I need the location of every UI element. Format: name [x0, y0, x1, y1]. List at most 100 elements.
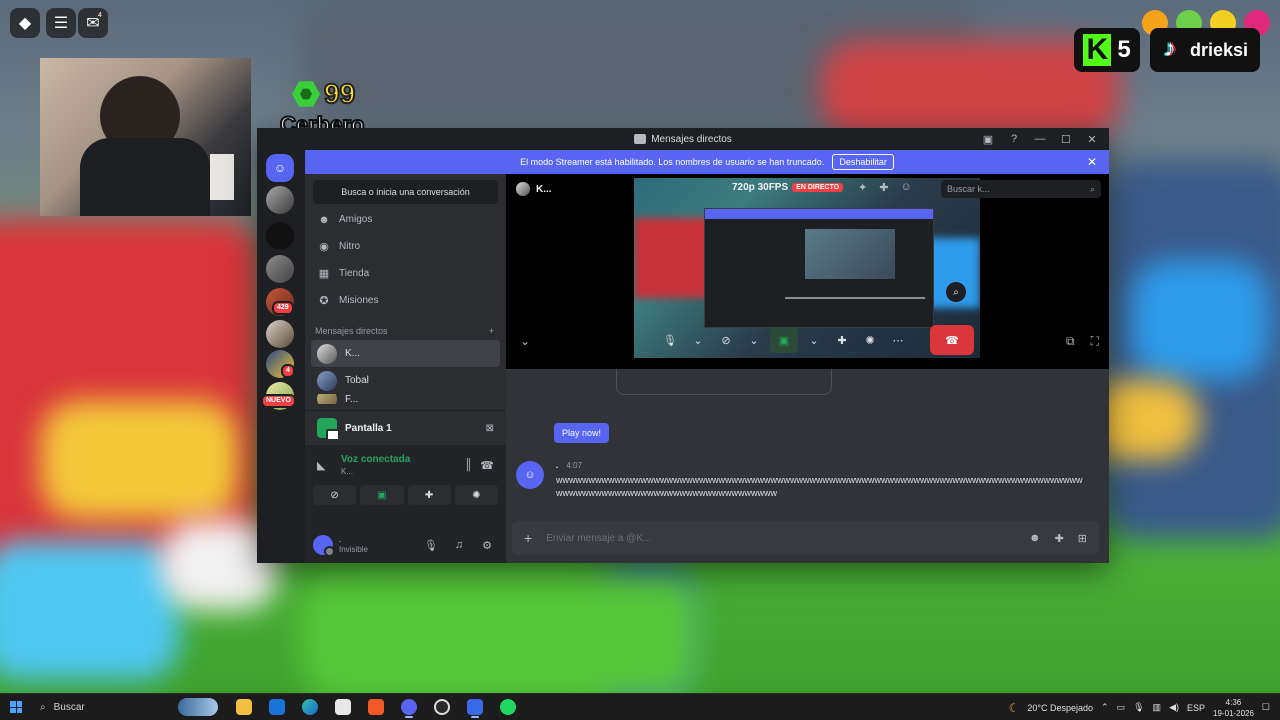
add-friend-icon[interactable]: ✚ — [879, 181, 888, 194]
inbox-icon — [634, 134, 647, 144]
call-header: K... — [516, 182, 552, 196]
server-icon[interactable] — [266, 320, 294, 348]
headphones-icon[interactable]: ♫ — [448, 539, 470, 551]
roblox-taskbar-icon[interactable] — [463, 696, 487, 718]
monitor-icon[interactable]: ▣ — [977, 130, 999, 148]
roblox-logo-icon[interactable]: ◆ — [10, 8, 40, 38]
discord-taskbar-icon[interactable] — [397, 696, 421, 718]
nav-item-nitro[interactable]: ◉ Nitro — [305, 233, 506, 260]
server-icon[interactable] — [266, 255, 294, 283]
clock[interactable]: 4:36 19-01-2026 — [1213, 697, 1254, 719]
screen-share-button[interactable]: ▣ — [360, 485, 404, 505]
nav-label: Amigos — [339, 214, 373, 225]
nav-item-quests[interactable]: ✪ Misiones — [305, 287, 506, 314]
pin-icon[interactable]: ✦ — [858, 181, 867, 194]
tiktok-badge: ♪ drieksi — [1150, 28, 1260, 72]
activities-icon[interactable]: ✚ — [830, 327, 854, 353]
activities-button[interactable]: ✚ — [407, 485, 451, 505]
network-icon[interactable]: ▥ — [1153, 702, 1162, 713]
menu-icon[interactable]: ☰ — [46, 8, 76, 38]
nav-item-shop[interactable]: ▦ Tienda — [305, 260, 506, 287]
avatar[interactable] — [313, 535, 335, 557]
language-indicator[interactable]: ESP — [1187, 703, 1205, 713]
main-panel: K... ⌕ 720p 30FPS EN DIRECTO ✦ ✚ ☺ Busca… — [506, 174, 1109, 563]
server-icon[interactable] — [266, 222, 294, 250]
settings-gear-icon[interactable]: ⚙ — [476, 539, 498, 552]
microphone-icon[interactable]: 🎙︎ — [1133, 702, 1144, 713]
notifications-icon[interactable]: ☐ — [1262, 702, 1270, 713]
volume-icon[interactable]: ◀) — [1169, 702, 1179, 713]
file-explorer-icon[interactable] — [232, 696, 256, 718]
stop-stream-icon[interactable]: ⊠ — [486, 423, 494, 434]
minimize-button[interactable]: — — [1029, 130, 1051, 148]
chat-icon[interactable]: ✉ — [78, 8, 108, 38]
disconnect-icon[interactable]: ☎ — [480, 459, 494, 472]
soundboard-button[interactable]: ✺ — [454, 485, 498, 505]
disable-streamer-button[interactable]: Deshabilitar — [832, 154, 894, 170]
fullscreen-icon[interactable]: ⛶ — [1091, 334, 1099, 349]
window-title: Mensajes directos — [651, 133, 732, 145]
camera-off-icon[interactable]: ⊘ — [714, 327, 738, 353]
kick-logo-icon: K — [1083, 34, 1112, 66]
more-icon[interactable]: ⋯ — [886, 327, 910, 353]
brave-icon[interactable] — [364, 696, 388, 718]
chevron-down-icon[interactable]: ⌄ — [802, 327, 826, 353]
start-button[interactable] — [0, 694, 32, 720]
camera-icon[interactable]: ▭ — [1117, 702, 1126, 713]
nav-label: Nitro — [339, 241, 361, 252]
outlook-icon[interactable] — [265, 696, 289, 718]
avatar — [516, 182, 530, 196]
search-icon: ⌕ — [1089, 183, 1095, 194]
store-icon[interactable] — [331, 696, 355, 718]
discord-logo-icon[interactable]: ☺ — [516, 461, 544, 489]
dm-sidebar: Busca o inicia una conversación ☻ Amigos… — [305, 174, 506, 563]
screen-share-icon[interactable]: ▣ — [770, 327, 798, 353]
zoom-icon[interactable]: ⌕ — [946, 282, 966, 302]
taskbar-search[interactable]: ⌕ Buscar — [32, 696, 222, 718]
gift-icon[interactable]: ⊞ — [1078, 532, 1087, 545]
chevron-down-icon[interactable]: ⌄ — [520, 334, 530, 348]
message-input[interactable]: Enviar mensaje a @K... — [546, 533, 1015, 544]
camera-off-button[interactable]: ⊘ — [313, 485, 357, 505]
chevron-down-icon[interactable]: ⌄ — [686, 327, 710, 353]
add-dm-icon[interactable]: + — [489, 326, 494, 336]
apps-icon[interactable]: ✚ — [1055, 532, 1064, 545]
dm-item[interactable]: Tobal — [311, 367, 500, 394]
edge-icon[interactable] — [298, 696, 322, 718]
soundboard-icon[interactable]: ✺ — [858, 327, 882, 353]
home-button[interactable]: ☺ — [266, 154, 294, 182]
close-icon[interactable]: ✕ — [1087, 155, 1097, 169]
message-author[interactable]: . — [556, 461, 558, 470]
taskbar: ⌕ Buscar ☾ 20°C Despejado ⌃ ▭ 🎙︎ ▥ ◀) ES… — [0, 693, 1280, 720]
dm-item[interactable]: K... — [311, 340, 500, 367]
emoji-icon[interactable]: ☻ — [1029, 532, 1041, 544]
voice-status[interactable]: Voz conectada — [341, 454, 457, 465]
play-now-button[interactable]: Play now! — [554, 423, 610, 443]
microphone-icon[interactable]: 🎙︎ — [420, 539, 442, 552]
dm-item[interactable]: F... — [311, 394, 500, 404]
noise-suppression-icon[interactable]: ║ — [465, 459, 473, 471]
conversation-search[interactable]: Busca o inicia una conversación — [313, 180, 498, 204]
nav-label: Misiones — [339, 295, 379, 306]
microphone-icon[interactable]: 🎙︎ — [658, 327, 682, 353]
help-icon[interactable]: ? — [1003, 130, 1025, 148]
header-search[interactable]: Buscar k... ⌕ — [941, 180, 1101, 198]
taskbar-search-label: Buscar — [53, 701, 85, 713]
server-icon[interactable] — [266, 186, 294, 214]
popout-icon[interactable]: ⧉ — [1066, 334, 1075, 349]
nav-item-friends[interactable]: ☻ Amigos — [305, 206, 506, 233]
spotify-icon[interactable] — [496, 696, 520, 718]
hang-up-button[interactable]: ☎ — [930, 325, 974, 355]
close-window-button[interactable]: ✕ — [1081, 130, 1103, 148]
weather-text[interactable]: 20°C Despejado — [1027, 703, 1093, 713]
stream-quality: 720p 30FPS — [732, 182, 789, 193]
chevron-down-icon[interactable]: ⌄ — [742, 327, 766, 353]
obs-icon[interactable] — [430, 696, 454, 718]
weather-icon[interactable]: ☾ — [1009, 701, 1020, 715]
new-badge: NUEVO — [261, 394, 296, 408]
chevron-up-icon[interactable]: ⌃ — [1101, 702, 1109, 713]
profile-icon[interactable]: ☺ — [900, 181, 911, 194]
maximize-button[interactable]: ☐ — [1055, 130, 1077, 148]
message: ☺ . 4:07 wwwwwwwwwwwwwwwwwwwwwwwwwwwwwww… — [516, 461, 1093, 500]
add-attachment-icon[interactable]: + — [524, 530, 532, 546]
